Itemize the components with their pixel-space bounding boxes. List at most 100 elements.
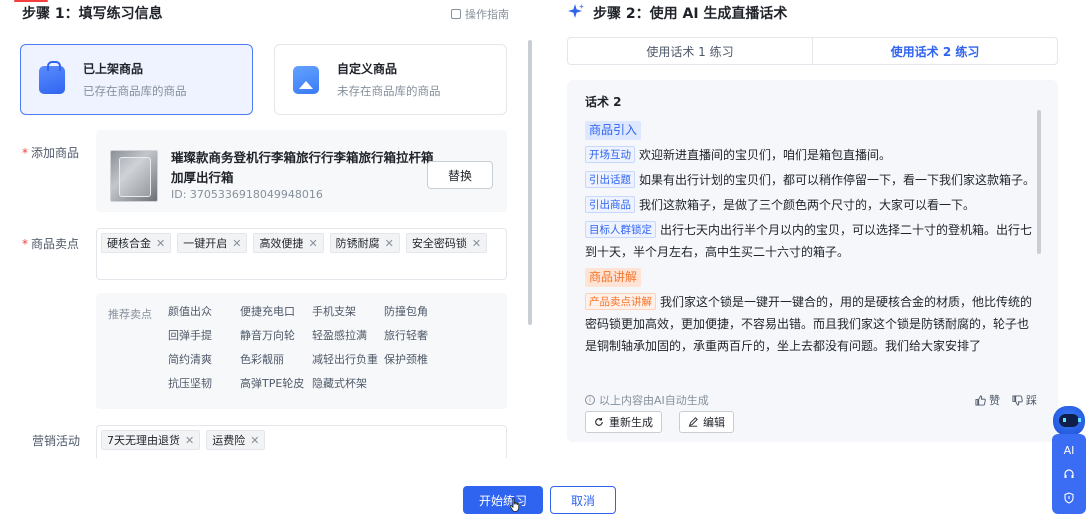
script-tag: 产品卖点讲解 xyxy=(585,293,656,310)
recommended-point[interactable]: 轻盈感拉满 xyxy=(312,325,384,345)
close-icon[interactable]: ✕ xyxy=(156,237,165,250)
tab-script-2[interactable]: 使用话术 2 练习 xyxy=(812,38,1057,64)
recommended-point[interactable]: 颜值出众 xyxy=(168,301,240,321)
tag-label: 7天无理由退货 xyxy=(107,434,180,447)
marketing-input[interactable]: 7天无理由退货 ✕ 运费险 ✕ xyxy=(96,425,507,458)
product-thumbnail xyxy=(110,150,158,202)
top-indicator xyxy=(14,0,48,2)
recommend-label: 推荐卖点 xyxy=(108,308,152,321)
selling-points-input[interactable]: 硬核合金 ✕ 一键开启 ✕ 高效便捷 ✕ 防锈耐腐 ✕ 安全密码锁 ✕ xyxy=(96,228,507,280)
close-icon[interactable]: ✕ xyxy=(385,237,394,250)
step2-panel: 步骤 2：使用 AI 生成直播话术 使用话术 1 练习 使用话术 2 练习 话术… xyxy=(545,0,1092,458)
close-icon[interactable]: ✕ xyxy=(185,434,194,447)
info-icon: i xyxy=(585,395,595,405)
script-paragraph: 开场互动 欢迎新进直播间的宝贝们，咱们是箱包直播间。 xyxy=(585,144,1040,166)
recommended-points: 推荐卖点 颜值出众 便捷充电口 手机支架 防撞包角回弹手提 静音万向轮 轻盈感拉满 旅行轻奢… xyxy=(96,293,507,409)
guide-label: 操作指南 xyxy=(465,8,509,21)
replace-button[interactable]: 替换 xyxy=(427,161,493,189)
product-name: 璀璨款商务登机行李箱旅行行李箱旅行箱拉杆箱加厚出行箱 xyxy=(171,150,434,185)
start-practice-button[interactable]: 开始练习 xyxy=(463,486,543,514)
recommended-point[interactable]: 高弹TPE轮皮 xyxy=(240,373,312,393)
script-tag: 引出商品 xyxy=(585,196,635,213)
guide-link[interactable]: 操作指南 xyxy=(451,6,509,22)
recommended-point[interactable]: 抗压坚韧 xyxy=(168,373,240,393)
tag-label: 高效便捷 xyxy=(259,237,304,250)
script-tag: 开场互动 xyxy=(585,146,635,163)
recommended-point[interactable]: 色彩靓丽 xyxy=(240,349,312,369)
like-button[interactable]: 赞 xyxy=(975,392,1000,408)
thumbs-down-icon xyxy=(1012,394,1023,406)
product-id: ID: 3705336918049948016 xyxy=(171,188,323,201)
selling-points-label: * 商品卖点 xyxy=(22,237,80,251)
recommended-point[interactable]: 静音万向轮 xyxy=(240,325,312,345)
close-icon[interactable]: ✕ xyxy=(308,237,317,250)
tag-label: 安全密码锁 xyxy=(411,237,467,250)
script-paragraph: 引出话题 如果有出行计划的宝贝们，都可以稍作停留一下，看一下我们家这款箱子。 xyxy=(585,169,1040,191)
robot-avatar-icon[interactable] xyxy=(1053,406,1085,436)
regenerate-button[interactable]: 重新生成 xyxy=(585,411,662,433)
headset-icon[interactable] xyxy=(1063,468,1075,480)
card-custom-product[interactable]: 自定义商品 未存在商品库的商品 xyxy=(274,44,507,115)
script-tag: 目标人群锁定 xyxy=(585,221,656,238)
marketing-label: 营销活动 xyxy=(32,434,81,448)
recommended-grid: 颜值出众 便捷充电口 手机支架 防撞包角回弹手提 静音万向轮 轻盈感拉满 旅行轻奢简约清爽色… xyxy=(168,301,456,393)
script-paragraph: 引出商品 我们这款箱子，是做了三个颜色两个尺寸的，大家可以看一下。 xyxy=(585,194,1040,216)
document-icon xyxy=(451,9,461,19)
tab-script-1[interactable]: 使用话术 1 练习 xyxy=(568,38,812,64)
tag: 硬核合金 ✕ xyxy=(101,233,172,253)
step2-title: 步骤 2：使用 AI 生成直播话术 xyxy=(593,6,788,22)
tag-label: 防锈耐腐 xyxy=(335,237,380,250)
thumbs-up-icon xyxy=(975,394,986,406)
tag-label: 运费险 xyxy=(212,434,246,447)
edit-button[interactable]: 编辑 xyxy=(679,411,734,433)
recommended-point[interactable]: 便捷充电口 xyxy=(240,301,312,321)
ai-label[interactable]: AI xyxy=(1064,444,1075,457)
tag-label: 硬核合金 xyxy=(107,237,151,250)
script-panel: 话术 2 商品引入 开场互动 欢迎新进直播间的宝贝们，咱们是箱包直播间。 引出话题 如果… xyxy=(567,80,1058,442)
tag: 高效便捷 ✕ xyxy=(253,233,324,253)
script-paragraph: 产品卖点讲解 我们家这个锁是一键开一键合的，用的是硬核合金的材质，他比传统的密码锁… xyxy=(585,291,1040,357)
pencil-icon xyxy=(688,417,698,427)
recommended-point[interactable]: 回弹手提 xyxy=(168,325,240,345)
card-listed-product[interactable]: 已上架商品 已存在商品库的商品 xyxy=(20,44,253,115)
assistant-float[interactable]: AI xyxy=(1052,406,1086,514)
shopping-bag-icon xyxy=(39,60,65,94)
shield-icon[interactable] xyxy=(1063,492,1075,504)
close-icon[interactable]: ✕ xyxy=(232,237,241,250)
card-desc: 已存在商品库的商品 xyxy=(83,84,187,98)
image-icon xyxy=(293,65,319,94)
tag: 防锈耐腐 ✕ xyxy=(329,233,400,253)
tag: 运费险 ✕ xyxy=(206,430,266,450)
card-title: 已上架商品 xyxy=(83,62,144,76)
script-tag: 引出话题 xyxy=(585,171,635,188)
tag-label: 一键开启 xyxy=(183,237,228,250)
script-text: 如果有出行计划的宝贝们，都可以稍作停留一下，看一下我们家这款箱子。 xyxy=(639,173,1036,187)
script-text: 我们这款箱子，是做了三个颜色两个尺寸的，大家可以看一下。 xyxy=(639,198,976,212)
step1-title: 步骤 1：填写练习信息 xyxy=(22,6,163,22)
assistant-toolbar: AI xyxy=(1052,434,1086,514)
hand-cursor-icon xyxy=(509,497,520,512)
recommended-point[interactable]: 保护颈椎 xyxy=(384,349,456,369)
recommended-point[interactable]: 减轻出行负重 xyxy=(312,349,384,369)
script-scrollbar[interactable] xyxy=(1037,110,1041,254)
card-desc: 未存在商品库的商品 xyxy=(337,84,441,98)
script-body: 商品引入 开场互动 欢迎新进直播间的宝贝们，咱们是箱包直播间。 引出话题 如果有出行计划… xyxy=(585,119,1040,377)
recommended-point[interactable]: 简约清爽 xyxy=(168,349,240,369)
left-scrollbar[interactable] xyxy=(528,40,532,325)
recommended-point[interactable]: 旅行轻奢 xyxy=(384,325,456,345)
close-icon[interactable]: ✕ xyxy=(250,434,259,447)
refresh-icon xyxy=(595,417,603,426)
recommended-point[interactable]: 隐藏式杯架 xyxy=(312,373,384,393)
close-icon[interactable]: ✕ xyxy=(472,237,481,250)
product-card: 璀璨款商务登机行李箱旅行行李箱旅行箱拉杆箱加厚出行箱 ID: 370533691… xyxy=(96,130,507,212)
script-paragraph: 目标人群锁定 出行七天内出行半个月以内的宝贝，可以选择二十寸的登机箱。出行七到十天… xyxy=(585,219,1040,263)
script-title: 话术 2 xyxy=(585,95,622,109)
recommended-point[interactable]: 防撞包角 xyxy=(384,301,456,321)
card-title: 自定义商品 xyxy=(337,62,398,76)
step1-panel: 步骤 1：填写练习信息 操作指南 已上架商品 已存在商品库的商品 自定义商品 未… xyxy=(0,0,530,458)
cancel-button[interactable]: 取消 xyxy=(550,486,616,514)
tag: 安全密码锁 ✕ xyxy=(405,233,488,253)
script-text: 欢迎新进直播间的宝贝们，咱们是箱包直播间。 xyxy=(639,148,892,162)
dislike-button[interactable]: 踩 xyxy=(1012,392,1037,408)
recommended-point[interactable]: 手机支架 xyxy=(312,301,384,321)
